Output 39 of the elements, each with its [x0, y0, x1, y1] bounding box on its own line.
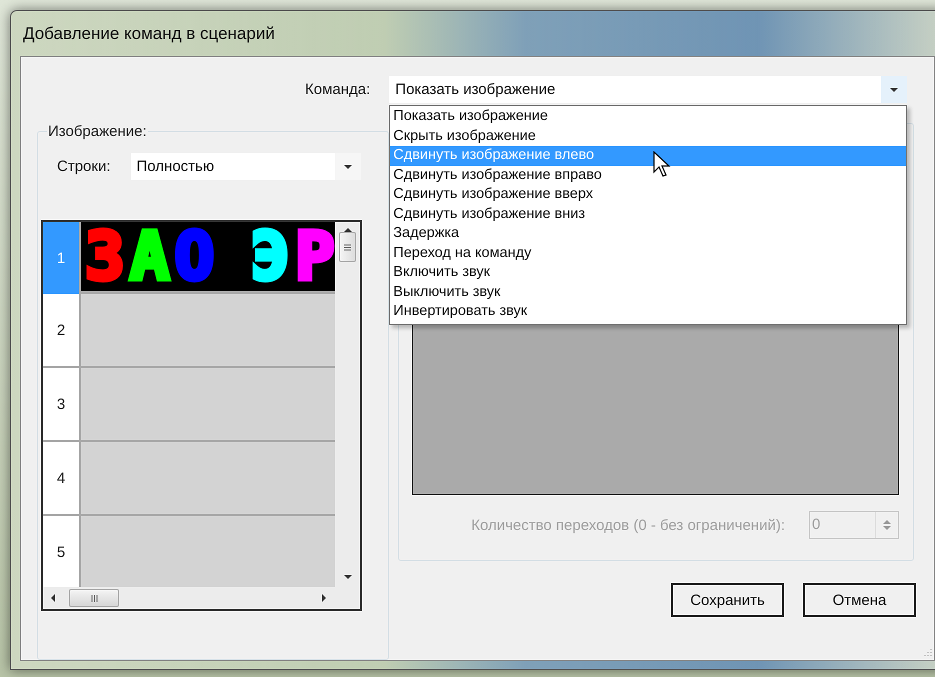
- scroll-thumb[interactable]: [339, 232, 356, 262]
- led-letter: Р: [295, 226, 335, 286]
- transitions-label: Количество переходов (0 - без ограничений):: [471, 516, 785, 534]
- rows-label: Строки:: [57, 158, 110, 175]
- command-option[interactable]: Сдвинуть изображение вверх: [390, 185, 906, 204]
- scroll-left-icon[interactable]: [51, 594, 55, 602]
- vertical-scrollbar[interactable]: [335, 222, 360, 587]
- command-option[interactable]: Выключить звук: [390, 282, 906, 302]
- caret-icon[interactable]: [890, 88, 898, 92]
- command-option[interactable]: Скрыть изображение: [390, 126, 906, 146]
- resize-grip-icon[interactable]: [922, 648, 932, 658]
- led-letter: Э: [250, 226, 290, 286]
- horizontal-scrollbar[interactable]: [43, 587, 360, 609]
- row-header[interactable]: 3: [43, 368, 81, 440]
- command-option[interactable]: Инвертировать звук: [390, 302, 906, 322]
- caret-icon[interactable]: [344, 164, 352, 168]
- command-option[interactable]: Задержка: [390, 224, 906, 244]
- row-header[interactable]: 4: [43, 442, 81, 514]
- rows-dropdown[interactable]: Полностью: [130, 153, 360, 180]
- dialog-button[interactable]: Отмена: [803, 583, 916, 617]
- led-letter: А: [130, 226, 170, 286]
- command-option[interactable]: Включить звук: [390, 263, 906, 282]
- cursor-icon: [653, 151, 673, 179]
- command-option[interactable]: Показать изображение: [390, 107, 906, 126]
- scroll-thumb[interactable]: [69, 589, 119, 607]
- command-option[interactable]: Сдвинуть изображение вправо: [390, 166, 906, 185]
- command-option[interactable]: Сдвинуть изображение вниз: [390, 204, 906, 224]
- window-title: Добавление команд в сценарий: [22, 24, 275, 44]
- command-dropdown[interactable]: Показать изображение: [389, 76, 908, 103]
- led-letter: О: [174, 226, 214, 286]
- scroll-right-icon[interactable]: [322, 594, 326, 602]
- scroll-down-icon[interactable]: [344, 575, 352, 579]
- dialog-button[interactable]: Сохранить: [671, 583, 784, 617]
- row-header[interactable]: 5: [43, 516, 81, 587]
- group-legend: Изображение:: [47, 123, 148, 140]
- command-option[interactable]: Переход на команду: [390, 244, 906, 263]
- row-header[interactable]: 2: [43, 294, 81, 366]
- led-letter: З: [85, 226, 125, 286]
- command-label: Команда:: [305, 81, 370, 98]
